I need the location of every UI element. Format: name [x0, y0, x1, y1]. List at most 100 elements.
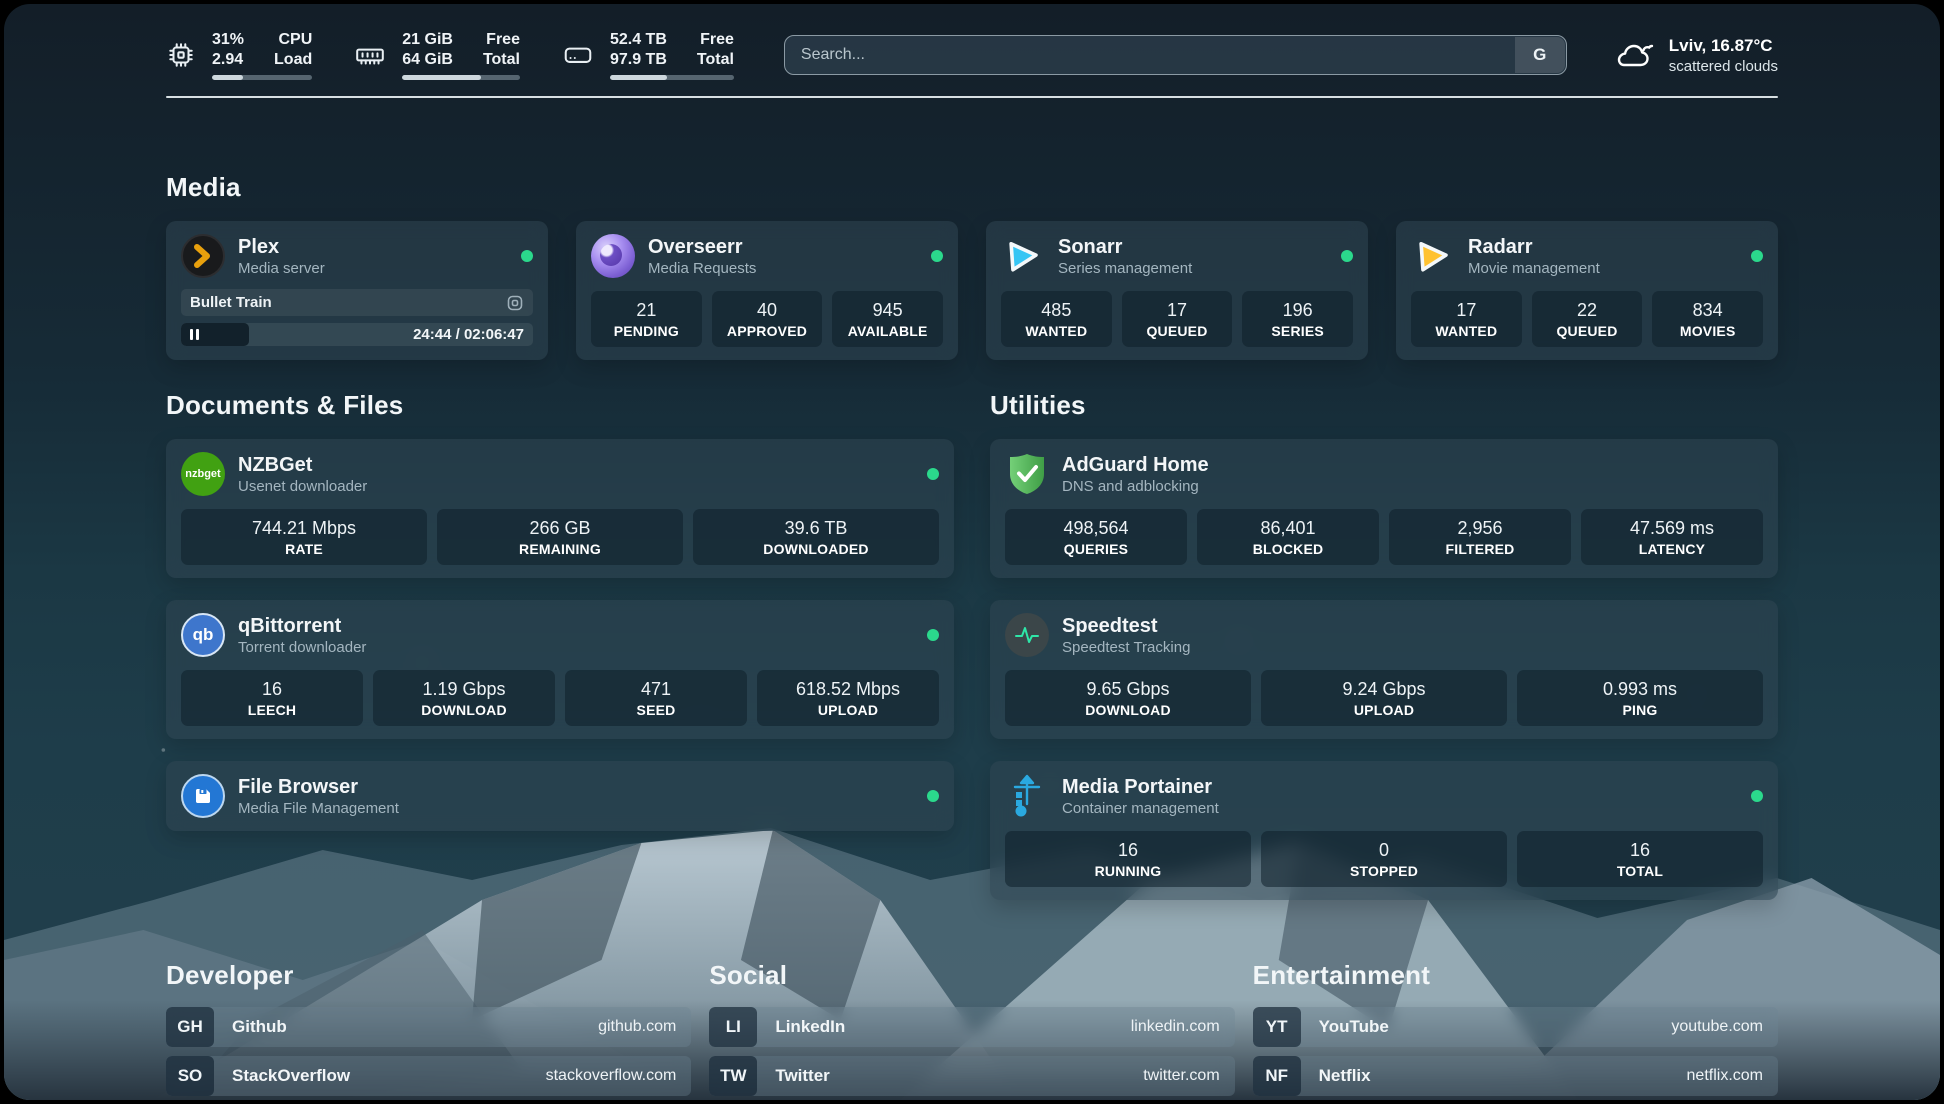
app-card-speedtest[interactable]: Speedtest Speedtest Tracking 9.65 Gbps D… — [990, 600, 1778, 739]
memory-free-label: Free — [483, 30, 520, 49]
app-card-adguard[interactable]: AdGuard Home DNS and adblocking 498,564 … — [990, 439, 1778, 578]
stat-queued: 17 QUEUED — [1122, 291, 1233, 347]
radarr-icon — [1411, 234, 1455, 278]
app-title: AdGuard Home — [1062, 453, 1209, 477]
stat-upload: 618.52 Mbps UPLOAD — [757, 670, 939, 726]
session-icon — [506, 294, 524, 312]
memory-metric: 21 GiB Free 64 GiB Total — [354, 30, 520, 80]
stat-movies: 834 MOVIES — [1652, 291, 1763, 347]
stat-wanted: 17 WANTED — [1411, 291, 1522, 347]
cpu-usage-value: 31% — [212, 30, 244, 49]
bookmark-abbr: LI — [709, 1007, 757, 1047]
app-card-radarr[interactable]: Radarr Movie management 17 WANTED 22 QUE… — [1396, 221, 1778, 360]
app-card-plex[interactable]: Plex Media server Bullet Train — [166, 221, 548, 360]
stat-blocked: 86,401 BLOCKED — [1197, 509, 1379, 565]
app-subtitle: Usenet downloader — [238, 477, 367, 496]
disk-free-value: 52.4 TB — [610, 30, 667, 49]
status-dot — [927, 468, 939, 480]
media-section: Media Plex Media server — [166, 172, 1778, 360]
stat-ping: 0.993 ms PING — [1517, 670, 1763, 726]
stat-stopped: 0 STOPPED — [1261, 831, 1507, 887]
cpu-icon — [166, 40, 196, 70]
app-card-nzbget[interactable]: nzbget NZBGet Usenet downloader 744.21 M… — [166, 439, 954, 578]
section-title-developer: Developer — [166, 960, 691, 991]
top-bar: 31% CPU 2.94 Load — [166, 4, 1778, 80]
bookmark-twitter[interactable]: TW Twitter twitter.com — [709, 1056, 1234, 1096]
bookmark-netflix[interactable]: NF Netflix netflix.com — [1253, 1056, 1778, 1096]
app-card-filebrowser[interactable]: File Browser Media File Management — [166, 761, 954, 831]
weather-widget[interactable]: Lviv, 16.87°C scattered clouds — [1613, 36, 1778, 75]
disk-total-label: Total — [697, 50, 734, 69]
stat-series: 196 SERIES — [1242, 291, 1353, 347]
now-playing-row[interactable]: Bullet Train — [181, 289, 533, 316]
status-dot — [927, 790, 939, 802]
bookmark-stackoverflow[interactable]: SO StackOverflow stackoverflow.com — [166, 1056, 691, 1096]
documents-section: Documents & Files nzbget NZBGet Usenet d… — [166, 390, 954, 831]
bookmark-abbr: SO — [166, 1056, 214, 1096]
app-subtitle: Movie management — [1468, 259, 1600, 278]
stat-pending: 21 PENDING — [591, 291, 702, 347]
stat-leech: 16 LEECH — [181, 670, 363, 726]
cpu-label: CPU — [274, 30, 312, 49]
status-dot — [931, 250, 943, 262]
search-input[interactable] — [784, 35, 1567, 75]
stat-remaining: 266 GB REMAINING — [437, 509, 683, 565]
app-card-overseerr[interactable]: Overseerr Media Requests 21 PENDING 40 A… — [576, 221, 958, 360]
status-dot — [521, 250, 533, 262]
stat-queued: 22 QUEUED — [1532, 291, 1643, 347]
disk-progress-bar — [610, 75, 734, 80]
stat-wanted: 485 WANTED — [1001, 291, 1112, 347]
section-title-documents: Documents & Files — [166, 390, 954, 421]
section-title-entertainment: Entertainment — [1253, 960, 1778, 991]
social-section: Social LI LinkedIn linkedin.com TW Twitt… — [709, 960, 1234, 1100]
stat-download: 9.65 Gbps DOWNLOAD — [1005, 670, 1251, 726]
app-card-qbittorrent[interactable]: qb qBittorrent Torrent downloader 16 — [166, 600, 954, 739]
app-card-sonarr[interactable]: Sonarr Series management 485 WANTED 17 Q… — [986, 221, 1368, 360]
memory-total-value: 64 GiB — [402, 50, 453, 69]
status-dot — [927, 629, 939, 641]
speedtest-icon — [1005, 613, 1049, 657]
memory-free-value: 21 GiB — [402, 30, 453, 49]
app-title: NZBGet — [238, 453, 367, 477]
memory-progress-bar — [402, 75, 520, 80]
bookmark-abbr: TW — [709, 1056, 757, 1096]
bookmark-abbr: YT — [1253, 1007, 1301, 1047]
stat-latency: 47.569 ms LATENCY — [1581, 509, 1763, 565]
bookmark-github[interactable]: GH Github github.com — [166, 1007, 691, 1047]
app-card-portainer[interactable]: Media Portainer Container management 16 … — [990, 761, 1778, 900]
bookmark-youtube[interactable]: YT YouTube youtube.com — [1253, 1007, 1778, 1047]
disk-metric: 52.4 TB Free 97.9 TB Total — [562, 30, 734, 80]
overseerr-icon — [591, 234, 635, 278]
filebrowser-icon — [181, 774, 225, 818]
app-subtitle: DNS and adblocking — [1062, 477, 1209, 496]
section-title-utilities: Utilities — [990, 390, 1778, 421]
nzbget-icon: nzbget — [181, 452, 225, 496]
status-dot — [1751, 250, 1763, 262]
app-title: Sonarr — [1058, 235, 1192, 259]
stat-seed: 471 SEED — [565, 670, 747, 726]
utilities-section: Utilities — [990, 390, 1778, 900]
pause-icon — [190, 329, 193, 340]
stat-queries: 498,564 QUERIES — [1005, 509, 1187, 565]
stat-download: 1.19 Gbps DOWNLOAD — [373, 670, 555, 726]
stat-approved: 40 APPROVED — [712, 291, 823, 347]
bookmark-linkedin[interactable]: LI LinkedIn linkedin.com — [709, 1007, 1234, 1047]
stat-available: 945 AVAILABLE — [832, 291, 943, 347]
cpu-load-value: 2.94 — [212, 50, 244, 69]
app-title: Plex — [238, 235, 325, 259]
app-title: Media Portainer — [1062, 775, 1219, 799]
app-subtitle: Media File Management — [238, 799, 399, 818]
status-dot — [1751, 790, 1763, 802]
playback-progress-bar[interactable]: 24:44 / 02:06:47 — [181, 323, 533, 346]
entertainment-section: Entertainment YT YouTube youtube.com NF … — [1253, 960, 1778, 1100]
search-engine-button[interactable]: G — [1515, 37, 1565, 73]
search-bar: G — [784, 35, 1567, 75]
header-divider — [166, 96, 1778, 98]
stat-downloaded: 39.6 TB DOWNLOADED — [693, 509, 939, 565]
stat-running: 16 RUNNING — [1005, 831, 1251, 887]
disk-free-label: Free — [697, 30, 734, 49]
playback-progress-fill — [181, 323, 249, 346]
weather-condition: scattered clouds — [1669, 58, 1778, 75]
app-title: qBittorrent — [238, 614, 366, 638]
dashboard-screen: 31% CPU 2.94 Load — [4, 4, 1940, 1100]
